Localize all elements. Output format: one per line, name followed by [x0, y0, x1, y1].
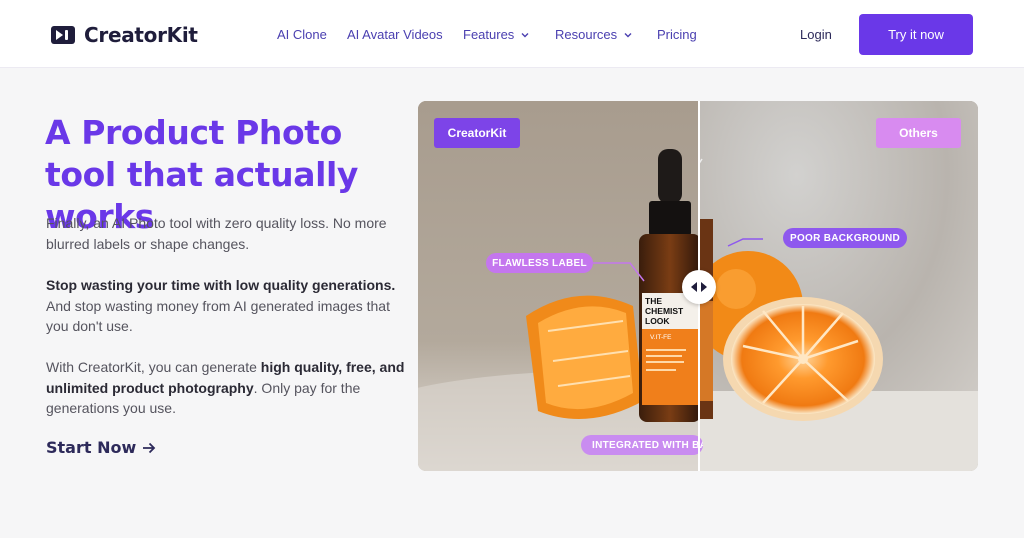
- poor-background-pill: POOR BACKGROUND: [783, 228, 907, 248]
- flawless-label-pill: FLAWLESS LABEL: [486, 253, 593, 273]
- nav-label: AI Avatar Videos: [347, 27, 443, 42]
- before-after-comparison[interactable]: THE CHEMIST LOOK V.IT-FE CreatorKit Othe…: [418, 101, 978, 471]
- nav-label: AI Clone: [277, 27, 327, 42]
- start-now-link[interactable]: Start Now: [46, 438, 156, 457]
- bottle-product: V.IT-FE: [650, 334, 672, 341]
- hero-paragraph-2-rest: And stop wasting money from AI generated…: [46, 297, 390, 335]
- nav-label: Pricing: [657, 27, 697, 42]
- integrated-pill: INTEGRATED WITH BA: [581, 435, 703, 455]
- site-header: CreatorKit AI Clone AI Avatar Videos Fea…: [0, 0, 1024, 68]
- try-it-now-button[interactable]: Try it now: [859, 14, 973, 55]
- nav-resources[interactable]: Resources: [555, 27, 633, 42]
- brand-logo[interactable]: CreatorKit: [51, 23, 198, 47]
- brand-name: CreatorKit: [84, 23, 198, 47]
- nav-features[interactable]: Features: [463, 27, 530, 42]
- hero-paragraph-2-bold: Stop wasting your time with low quality …: [46, 277, 396, 293]
- creatorkit-tag: CreatorKit: [434, 118, 520, 148]
- hero-paragraph-3: With CreatorKit, you can generate high q…: [46, 357, 406, 419]
- drag-arrows-icon: [691, 282, 707, 292]
- bottle-brand-1: THE: [645, 296, 662, 306]
- nav-label: Features: [463, 27, 515, 42]
- hero-paragraph-2: Stop wasting your time with low quality …: [46, 275, 406, 337]
- bottle-brand-2: CHEMIST: [645, 306, 684, 316]
- others-tag: Others: [876, 118, 961, 148]
- nav-pricing[interactable]: Pricing: [657, 27, 697, 42]
- arrow-right-icon: [143, 442, 156, 453]
- chevron-down-icon: [624, 32, 632, 37]
- compare-slider-handle[interactable]: [682, 270, 716, 304]
- start-now-label: Start Now: [46, 438, 137, 457]
- hero-paragraph-1: Finally, an AI Photo tool with zero qual…: [46, 215, 387, 252]
- nav-label: Resources: [555, 27, 618, 42]
- logo-icon: [51, 26, 75, 44]
- chevron-down-icon: [521, 32, 529, 37]
- login-link[interactable]: Login: [800, 27, 832, 42]
- hero-paragraph-3-a: With CreatorKit, you can generate: [46, 359, 261, 375]
- nav-ai-clone[interactable]: AI Clone: [277, 27, 327, 42]
- nav-ai-avatar-videos[interactable]: AI Avatar Videos: [347, 27, 443, 42]
- bottle-brand-3: LOOK: [645, 316, 670, 326]
